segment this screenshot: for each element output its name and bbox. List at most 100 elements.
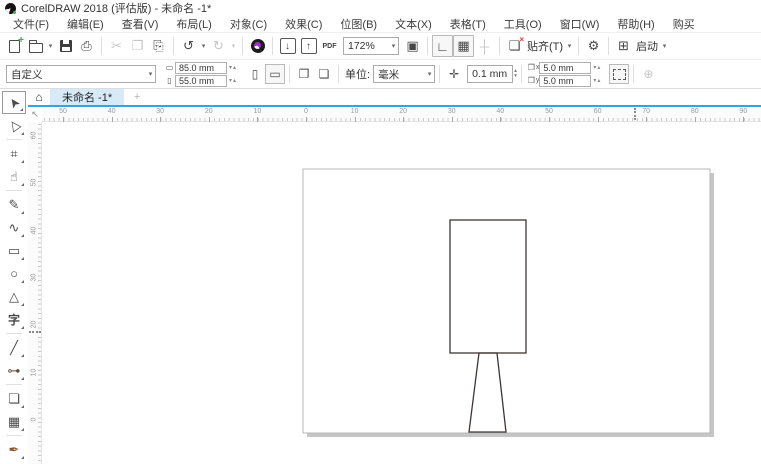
show-grid-toggle[interactable]: ▦ — [453, 35, 474, 57]
snap-to-dropdown[interactable]: ▾ — [565, 42, 574, 50]
paste-button[interactable]: ⎘ — [148, 35, 169, 57]
menu-edit[interactable]: 编辑(E) — [58, 16, 113, 32]
ellipse-tool[interactable]: ○ — [2, 262, 26, 285]
all-pages-button[interactable]: ❐ — [294, 64, 314, 84]
page-preset-combo[interactable]: 自定义 ▾ — [6, 65, 156, 83]
drop-shadow-tool[interactable]: ❏ — [2, 387, 26, 410]
spinner[interactable]: ▾▴ — [229, 77, 237, 84]
dimension-tool[interactable]: ╱ — [2, 336, 26, 359]
ruler-label: 40 — [491, 108, 509, 115]
divider — [289, 65, 290, 83]
menu-tools[interactable]: 工具(O) — [495, 16, 551, 32]
page-height-field[interactable]: 55.0 mm — [175, 75, 227, 87]
document-tab-active[interactable]: 未命名 -1* — [50, 89, 124, 105]
menu-view[interactable]: 查看(V) — [113, 16, 168, 32]
connector-tool[interactable]: ⊶ — [2, 359, 26, 382]
eyedropper-tool[interactable]: ✒ — [2, 438, 26, 461]
new-tab-button[interactable]: + — [124, 89, 150, 105]
show-guidelines-toggle[interactable]: ┼ — [474, 35, 495, 57]
menu-layout[interactable]: 布局(L) — [167, 16, 220, 32]
menu-effects[interactable]: 效果(C) — [276, 16, 331, 32]
open-dropdown[interactable]: ▾ — [46, 42, 55, 50]
page-width-icon: ▭ — [164, 63, 175, 72]
search-content-button[interactable] — [247, 35, 268, 57]
freehand-tool[interactable]: ✎ — [2, 193, 26, 216]
open-button[interactable] — [25, 35, 46, 57]
page-width-field[interactable]: 85.0 mm — [175, 62, 227, 74]
portrait-button[interactable]: ▯ — [245, 64, 265, 84]
landscape-button[interactable]: ▭ — [265, 64, 285, 84]
divider — [608, 37, 609, 55]
ruler-label: 70 — [637, 108, 655, 115]
menu-bitmaps[interactable]: 位图(B) — [331, 16, 386, 32]
divider — [242, 37, 243, 55]
divider — [6, 190, 22, 191]
current-page-button[interactable]: ❏ — [314, 64, 334, 84]
launch-label[interactable]: 启动 — [634, 38, 660, 54]
import-button[interactable]: ↓ — [277, 35, 298, 57]
spinner[interactable]: ▾▴ — [229, 64, 237, 71]
export-button[interactable]: ↑ — [298, 35, 319, 57]
ruler-label: 30 — [443, 108, 461, 115]
ruler-origin-corner[interactable]: ↖ — [28, 107, 42, 122]
undo-button[interactable]: ↺ — [178, 35, 199, 57]
drawing-canvas[interactable] — [42, 122, 761, 464]
duplicate-y-field[interactable]: 5.0 mm — [539, 75, 591, 87]
nudge-spinner[interactable]: ▴ ▾ — [514, 69, 517, 79]
chevron-down-icon: ▾ — [146, 70, 155, 78]
menu-object[interactable]: 对象(C) — [221, 16, 276, 32]
horizontal-ruler[interactable]: 50403020100102030405060708090 — [42, 107, 761, 122]
cursor-position-marker — [634, 108, 636, 120]
treat-as-filled-button[interactable] — [609, 64, 629, 84]
ruler-label: 0 — [297, 108, 315, 115]
divider — [6, 384, 22, 385]
crop-tool[interactable]: ⌗ — [2, 142, 26, 165]
menu-table[interactable]: 表格(T) — [441, 16, 495, 32]
ruler-label: 30 — [151, 108, 169, 115]
page-shadow — [307, 433, 714, 437]
menu-buy[interactable]: 购买 — [664, 16, 704, 32]
spinner[interactable]: ▾▴ — [593, 77, 601, 84]
ruler-label: 40 — [103, 108, 121, 115]
ruler-label: 50 — [540, 108, 558, 115]
divider — [633, 65, 634, 83]
text-tool[interactable]: 字 — [2, 308, 26, 331]
polygon-tool[interactable]: △ — [2, 285, 26, 308]
menu-file[interactable]: 文件(F) — [4, 16, 58, 32]
menu-window[interactable]: 窗口(W) — [551, 16, 609, 32]
vertical-ruler[interactable]: 6050403020100 — [28, 122, 42, 464]
rectangle-tool[interactable]: ▭ — [2, 239, 26, 262]
welcome-home-button[interactable]: ⌂ — [28, 89, 50, 105]
show-rulers-toggle[interactable]: ∟ — [432, 35, 453, 57]
snap-to-menu[interactable]: 贴齐(T) — [525, 38, 565, 54]
print-button[interactable]: ⎙ — [76, 35, 97, 57]
red-x-icon: × — [519, 35, 524, 44]
menu-text[interactable]: 文本(X) — [386, 16, 441, 32]
fullscreen-preview-button[interactable]: ▣ — [402, 35, 423, 57]
zoom-level-combo[interactable]: 172% ▾ — [343, 37, 399, 55]
ruler-label: 90 — [734, 108, 752, 115]
transparency-tool[interactable]: ▦ — [2, 410, 26, 433]
launch-dropdown[interactable]: ▾ — [660, 42, 669, 50]
new-document-button[interactable]: + — [4, 35, 25, 57]
units-value: 毫米 — [378, 67, 399, 82]
undo-dropdown[interactable]: ▾ — [199, 42, 208, 50]
snap-off-button[interactable]: ❏ × — [504, 35, 525, 57]
publish-pdf-button[interactable]: PDF — [319, 35, 340, 57]
spinner[interactable]: ▾▴ — [593, 64, 601, 71]
options-button[interactable]: ⚙ — [583, 35, 604, 57]
page[interactable] — [303, 169, 710, 433]
save-button[interactable] — [55, 35, 76, 57]
pan-tool[interactable]: ☝ — [2, 165, 26, 188]
divider — [101, 37, 102, 55]
launch-button[interactable]: ⊞ — [613, 35, 634, 57]
pick-tool[interactable]: ➤ — [2, 91, 26, 114]
menu-help[interactable]: 帮助(H) — [608, 16, 663, 32]
divider — [272, 37, 273, 55]
duplicate-x-field[interactable]: 5.0 mm — [539, 62, 591, 74]
page-size-group: ▭ 85.0 mm ▾▴ ▯ 55.0 mm ▾▴ — [164, 62, 237, 87]
artistic-media-tool[interactable]: ∿ — [2, 216, 26, 239]
nudge-offset-field[interactable]: 0.1 mm — [467, 65, 513, 83]
shape-tool[interactable]: ▷ — [2, 114, 26, 137]
units-combo[interactable]: 毫米 ▾ — [373, 65, 435, 83]
